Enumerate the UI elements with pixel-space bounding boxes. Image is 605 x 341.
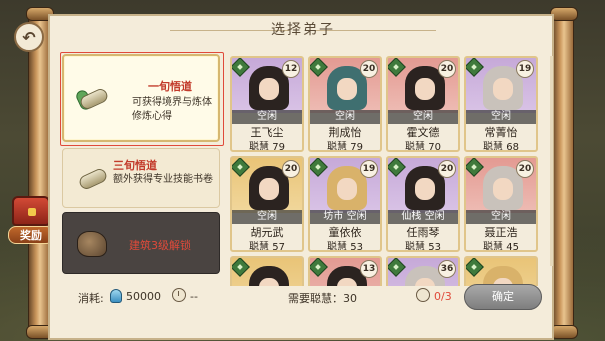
disciple-type-icon — [388, 158, 406, 177]
cost-label: 消耗: — [78, 292, 104, 305]
disciple-level-badge: 12 — [282, 60, 300, 78]
disciple-card[interactable]: 19 空闲 常菁怡 聪慧 68 — [464, 56, 538, 152]
disciple-type-icon — [466, 58, 484, 77]
disciple-status: 空闲 — [310, 110, 380, 124]
disciple-type-icon — [310, 58, 328, 77]
option-one-period[interactable]: 一旬悟道 可获得境界与炼体修炼心得 — [62, 54, 220, 142]
disciple-status: 空闲 — [232, 110, 302, 124]
portrait-face — [493, 178, 513, 200]
disciple-card[interactable]: 36 — [386, 256, 460, 286]
scroll-icon-part — [77, 166, 109, 192]
option-desc: 额外获得专业技能书卷 — [113, 174, 213, 185]
panel-title: 选择弟子 — [271, 22, 335, 38]
disciple-type-icon — [466, 258, 484, 277]
spirit-stone-icon — [110, 289, 122, 303]
disciple-level-badge: 13 — [360, 260, 378, 278]
disciple-wisdom: 聪慧 53 — [405, 242, 441, 252]
portrait-face — [415, 178, 435, 200]
clock-icon — [172, 288, 186, 302]
portrait-face — [259, 78, 279, 100]
disciple-wisdom: 聪慧 45 — [483, 242, 519, 252]
disciple-type-icon — [310, 158, 328, 177]
rod-cap — [550, 325, 578, 339]
select-disciple-panel: 选择弟子 一旬悟道 可获得境界与炼体修炼心得 三旬悟道 额外获得专业技能书卷 建… — [48, 14, 554, 340]
disciple-grid: 12 空闲 王飞尘 聪慧 79 20 空闲 荆成怡 聪慧 79 20 空闲 霍文德 聪慧 70 19 空闲… — [228, 46, 548, 286]
option-name: 三旬悟道 — [113, 159, 157, 172]
disciple-status: 空闲 — [466, 110, 536, 124]
disciple-card[interactable]: 12 空闲 王飞尘 聪慧 79 — [230, 56, 304, 152]
disciple-card[interactable]: 19 坊市 空闲 童依依 聪慧 53 — [308, 156, 382, 252]
disciple-card[interactable]: 20 空闲 荆成怡 聪慧 79 — [308, 56, 382, 152]
back-button[interactable]: ↶ — [14, 22, 44, 52]
portrait-face — [337, 78, 357, 100]
disciple-wisdom: 聪慧 79 — [249, 142, 285, 152]
selected-count: 0/3 — [434, 290, 452, 303]
disciple-portrait — [249, 266, 289, 286]
scroll-rod-left — [26, 7, 54, 339]
disciple-wisdom: 聪慧 53 — [327, 242, 363, 252]
disciple-card[interactable] — [464, 256, 538, 286]
scroll-icon — [74, 82, 110, 116]
disciple-card[interactable] — [230, 256, 304, 286]
confirm-button[interactable]: 确定 — [464, 284, 542, 310]
disciple-status: 空闲 — [466, 210, 536, 224]
disciple-type-icon — [232, 58, 250, 77]
beast-icon-shape — [77, 231, 107, 257]
disciple-portrait — [483, 266, 523, 286]
disciple-card[interactable]: 13 — [308, 256, 382, 286]
portrait-face — [337, 178, 357, 200]
disciple-level-badge: 19 — [516, 60, 534, 78]
people-icon — [416, 288, 430, 302]
required-wisdom: 需要聪慧：30 — [288, 292, 357, 305]
disciple-wisdom: 聪慧 79 — [327, 142, 363, 152]
footer-bar: 消耗: 50000 -- 需要聪慧：30 0/3 确定 — [50, 284, 556, 312]
beast-icon — [75, 227, 109, 261]
disciple-status: 空闲 — [232, 210, 302, 224]
scroll-icon — [75, 162, 109, 196]
disciple-level-badge: 20 — [438, 60, 456, 78]
portrait-face — [493, 78, 513, 100]
back-arrow-icon: ↶ — [22, 27, 36, 47]
disciple-status: 坊市 空闲 — [310, 210, 380, 224]
disciple-card[interactable]: 20 仙栈 空闲 任雨琴 聪慧 53 — [386, 156, 460, 252]
cost-value: 50000 — [126, 290, 161, 303]
time-value: -- — [190, 290, 198, 303]
disciple-wisdom: 聪慧 70 — [405, 142, 441, 152]
option-desc: 可获得境界与炼体修炼心得 — [132, 97, 212, 122]
disciple-type-icon — [388, 258, 406, 277]
disciple-type-icon — [466, 158, 484, 177]
disciple-status: 空闲 — [388, 110, 458, 124]
option-three-period[interactable]: 三旬悟道 额外获得专业技能书卷 — [62, 148, 220, 208]
disciple-type-icon — [232, 258, 250, 277]
disciple-type-icon — [310, 258, 328, 277]
portrait-face — [415, 78, 435, 100]
disciple-level-badge: 20 — [438, 160, 456, 178]
disciple-card[interactable]: 20 空闲 聂正浩 聪慧 45 — [464, 156, 538, 252]
disciple-level-badge: 20 — [282, 160, 300, 178]
disciple-type-icon — [232, 158, 250, 177]
disciple-level-badge: 19 — [360, 160, 378, 178]
option-locked[interactable]: 建筑3级解锁 — [62, 212, 220, 274]
option-name: 一旬悟道 — [148, 80, 192, 93]
grid-scrollbar[interactable] — [550, 56, 553, 266]
disciple-wisdom: 聪慧 68 — [483, 142, 519, 152]
disciple-level-badge: 36 — [438, 260, 456, 278]
disciple-wisdom: 聪慧 57 — [249, 242, 285, 252]
unlock-requirement: 建筑3级解锁 — [129, 239, 191, 252]
disciple-status: 仙栈 空闲 — [388, 210, 458, 224]
disciple-level-badge: 20 — [360, 60, 378, 78]
disciple-level-badge: 20 — [516, 160, 534, 178]
chest-icon — [12, 196, 50, 226]
disciple-card[interactable]: 20 空闲 胡元武 聪慧 57 — [230, 156, 304, 252]
disciple-card[interactable]: 20 空闲 霍文德 聪慧 70 — [386, 56, 460, 152]
portrait-face — [259, 178, 279, 200]
disciple-type-icon — [388, 58, 406, 77]
